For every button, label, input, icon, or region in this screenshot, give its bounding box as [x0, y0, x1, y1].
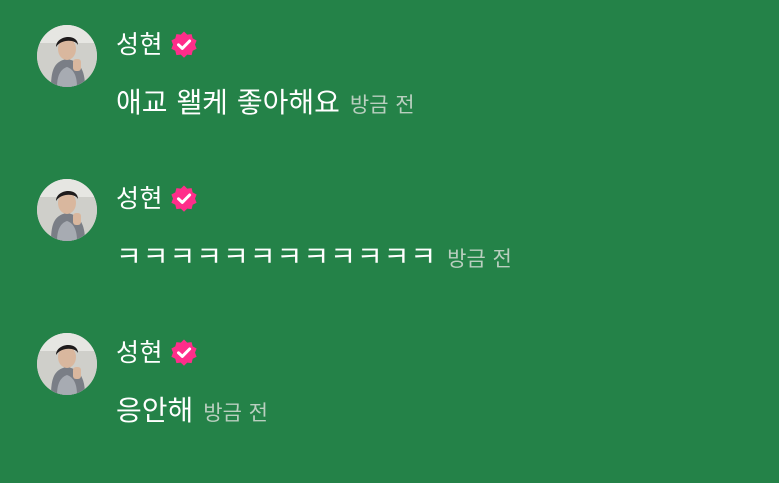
message-header: 성현	[116, 29, 199, 61]
avatar[interactable]	[37, 179, 97, 241]
message-header: 성현	[116, 337, 199, 369]
message-timestamp: 방금 전	[203, 401, 268, 425]
verified-badge-icon	[169, 184, 199, 214]
message-text: 애교 왤케 좋아해요	[116, 86, 340, 119]
chat-message: 성현 ㅋㅋㅋㅋㅋㅋㅋㅋㅋㅋㅋㅋ 방금 전	[0, 179, 779, 329]
message-body: 애교 왤케 좋아해요 방금 전	[116, 83, 415, 123]
chat-message: 성현 애교 왤케 좋아해요 방금 전	[0, 25, 779, 175]
verified-badge-icon	[169, 338, 199, 368]
message-body: ㅋㅋㅋㅋㅋㅋㅋㅋㅋㅋㅋㅋ 방금 전	[116, 237, 512, 277]
message-body: 응안해 방금 전	[116, 391, 268, 431]
chat-message: 성현 응안해 방금 전	[0, 333, 779, 483]
author-name[interactable]: 성현	[116, 183, 163, 215]
avatar[interactable]	[37, 333, 97, 395]
message-header: 성현	[116, 183, 199, 215]
message-text: 응안해	[116, 394, 194, 427]
message-timestamp: 방금 전	[447, 247, 512, 271]
verified-badge-icon	[169, 30, 199, 60]
author-name[interactable]: 성현	[116, 29, 163, 61]
author-name[interactable]: 성현	[116, 337, 163, 369]
avatar[interactable]	[37, 25, 97, 87]
message-text: ㅋㅋㅋㅋㅋㅋㅋㅋㅋㅋㅋㅋ	[116, 240, 438, 273]
message-timestamp: 방금 전	[349, 93, 415, 117]
